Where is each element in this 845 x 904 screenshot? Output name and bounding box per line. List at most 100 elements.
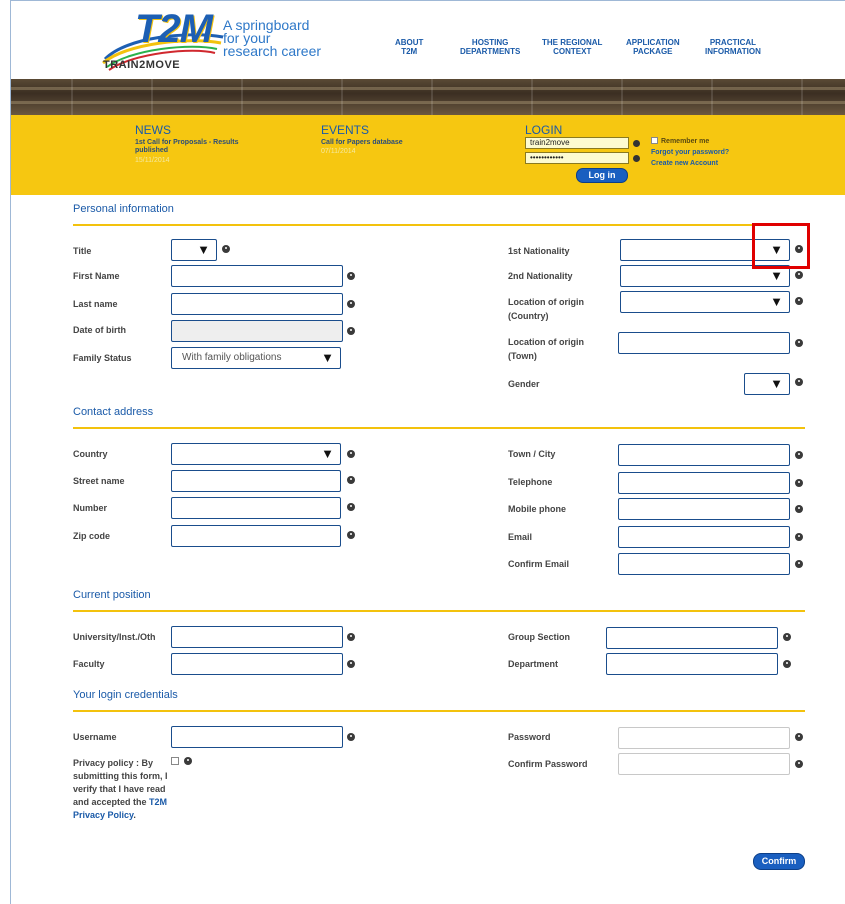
site-header: T2M TRAIN2MOVE A springboard for your re… [11,1,845,79]
university-input[interactable] [171,626,343,648]
help-icon[interactable] [347,300,355,308]
banner-stripe [621,79,623,115]
dob-input[interactable] [171,320,343,342]
confirm-password-input[interactable] [618,753,790,775]
zip-input[interactable] [171,525,341,547]
help-icon[interactable] [795,505,803,513]
help-icon[interactable] [633,140,640,147]
section-divider [73,224,805,226]
banner-stripe [71,79,73,115]
username-input[interactable] [171,726,343,748]
family-status-select[interactable]: With family obligations ▼ [171,347,341,369]
telephone-input[interactable] [618,472,790,494]
help-icon[interactable] [347,503,355,511]
number-input[interactable] [171,497,341,519]
help-icon[interactable] [347,450,355,458]
confirm-email-label: Confirm Email [508,559,570,569]
help-icon[interactable] [347,531,355,539]
section-position-title: Current position [73,589,151,601]
help-icon[interactable] [347,733,355,741]
first-name-label: First Name [73,271,120,281]
title-label: Title [73,246,92,256]
help-icon[interactable] [783,660,791,668]
chevron-down-icon: ▼ [321,350,334,365]
help-icon[interactable] [795,760,803,768]
nav-label: INFORMATION [705,47,761,56]
help-icon[interactable] [795,533,803,541]
login-password-input[interactable]: •••••••••••• [525,152,629,164]
help-icon[interactable] [633,155,640,162]
nationality1-label: 1st Nationality [508,246,570,256]
help-icon[interactable] [184,757,192,765]
last-name-input[interactable] [171,293,343,315]
password-input[interactable] [618,727,790,749]
nav-label: T2M [401,47,418,56]
help-icon[interactable] [347,327,355,335]
tagline: A springboard for your research career [223,18,321,58]
department-input[interactable] [606,653,778,675]
nav-label: PRACTICAL [709,38,757,47]
nationality2-label: 2nd Nationality [508,271,573,281]
login-button[interactable]: Log in [576,168,628,183]
help-icon[interactable] [783,633,791,641]
help-icon[interactable] [347,633,355,641]
logo[interactable]: T2M [135,7,213,52]
privacy-checkbox[interactable] [171,757,179,765]
family-status-value: With family obligations [182,352,282,363]
origin-town-input[interactable] [618,332,790,354]
remember-checkbox[interactable] [651,137,658,144]
nav-about[interactable]: ABOUT T2M [395,38,423,56]
banner-stripe [531,79,533,115]
nav-label: HOSTING [471,38,509,47]
events-item[interactable]: Call for Papers database [321,139,403,147]
origin-country-select[interactable]: ▼ [620,291,790,313]
login-username-input[interactable]: train2move [525,137,629,149]
news-text: 1st Call for Proposals - Results [135,139,239,146]
mobile-input[interactable] [618,498,790,520]
remember-me[interactable]: Remember me [651,137,709,145]
help-icon[interactable] [795,479,803,487]
town-input[interactable] [618,444,790,466]
first-name-input[interactable] [171,265,343,287]
privacy-policy-text: Privacy policy : By submitting this form… [73,757,173,822]
help-icon[interactable] [347,272,355,280]
group-section-input[interactable] [606,627,778,649]
help-icon[interactable] [795,339,803,347]
nav-label: CONTEXT [553,47,592,56]
create-account-link[interactable]: Create new Account [651,160,718,167]
confirm-email-input[interactable] [618,553,790,575]
news-item[interactable]: 1st Call for Proposals - Results publish… [135,139,238,155]
help-icon[interactable] [347,476,355,484]
banner-stripe [341,79,343,115]
help-icon[interactable] [222,245,230,253]
nav-practical-information[interactable]: PRACTICAL INFORMATION [705,38,761,56]
help-icon[interactable] [795,271,803,279]
confirm-button[interactable]: Confirm [753,853,805,870]
banner-stripe [711,79,713,115]
nav-regional-context[interactable]: THE REGIONAL CONTEXT [542,38,602,56]
nav-application-package[interactable]: APPLICATION PACKAGE [626,38,680,56]
street-input[interactable] [171,470,341,492]
town-label: Town / City [508,449,556,459]
logo-subtitle: TRAIN2MOVE [103,59,181,71]
title-select[interactable]: ▼ [171,239,217,261]
country-select[interactable]: ▼ [171,443,341,465]
help-icon[interactable] [795,297,803,305]
nav-hosting-departments[interactable]: HOSTING DEPARTMENTS [460,38,520,56]
page-frame: T2M TRAIN2MOVE A springboard for your re… [10,0,845,904]
help-icon[interactable] [795,733,803,741]
section-divider [73,710,805,712]
gender-select[interactable]: ▼ [744,373,790,395]
help-icon[interactable] [347,660,355,668]
forgot-password-link[interactable]: Forgot your password? [651,149,729,156]
login-heading: LOGIN [525,123,563,137]
faculty-input[interactable] [171,653,343,675]
help-icon[interactable] [795,560,803,568]
email-input[interactable] [618,526,790,548]
country-label: Country [73,449,108,459]
help-icon[interactable] [795,378,803,386]
dob-label: Date of birth [73,325,126,335]
help-icon[interactable] [795,451,803,459]
password-label: Password [508,732,551,742]
mobile-label: Mobile phone [508,504,566,514]
